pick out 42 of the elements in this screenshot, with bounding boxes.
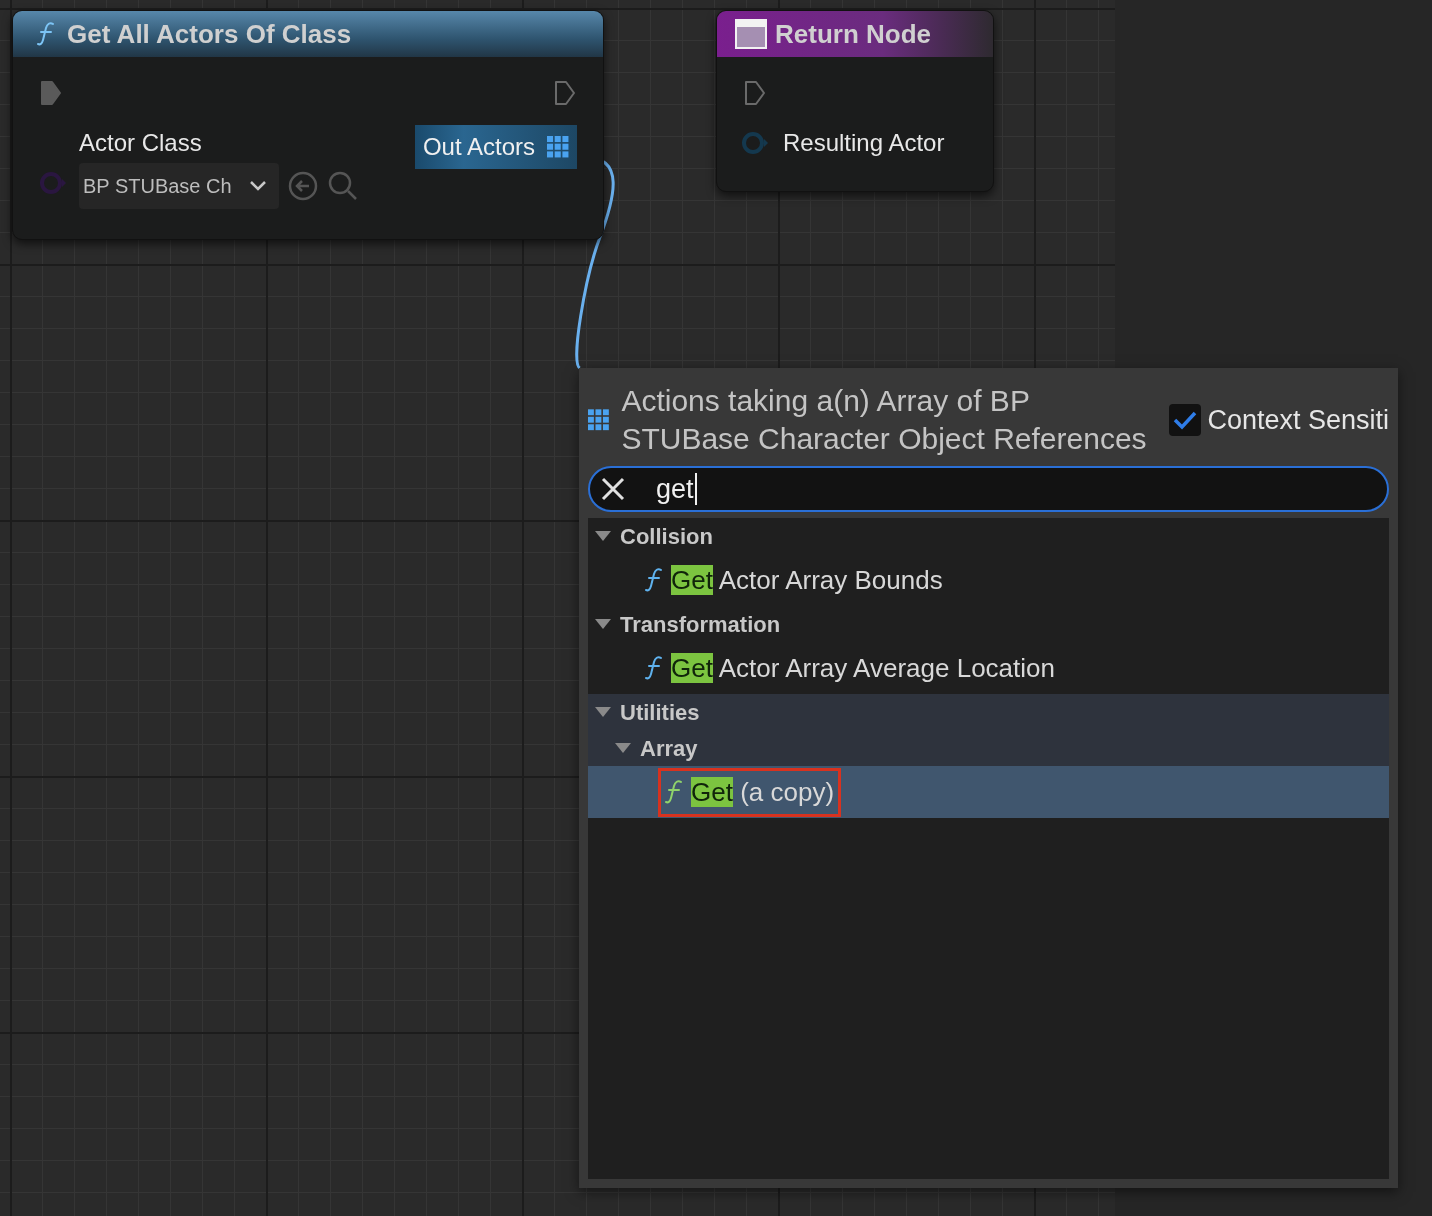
expand-arrow-icon[interactable] (614, 742, 632, 754)
checkmark-icon (1173, 410, 1198, 430)
context-sensitive-checkbox[interactable]: Context Sensiti (1169, 399, 1389, 441)
action-row[interactable]: Get Actor Array Bounds (588, 554, 1389, 606)
action-label: Get Actor Array Bounds (671, 563, 943, 597)
search-field[interactable]: get (588, 466, 1389, 512)
class-dropdown[interactable]: BP STUBase Ch (79, 163, 279, 209)
expand-arrow-icon[interactable] (594, 706, 612, 718)
arrow-left-circle-icon[interactable] (287, 170, 319, 202)
action-row[interactable]: Get (a copy) (588, 766, 1389, 818)
pin-label: Actor Class (79, 128, 203, 158)
search-icon[interactable] (327, 170, 359, 202)
function-node[interactable]: Get All Actors Of Class Actor Class BP STUBase Ch Out Actors (12, 10, 604, 240)
action-row[interactable]: Get Actor Array Average Location (588, 642, 1389, 694)
chevron-down-icon (249, 180, 267, 192)
expand-arrow-icon[interactable] (594, 618, 612, 630)
category-row[interactable]: Transformation (588, 606, 1389, 642)
menu-title: Actions taking a(n) Array of BP STUBase Character Object References (621, 383, 1148, 457)
expand-arrow-icon[interactable] (594, 530, 612, 542)
exec-input-pin[interactable] (39, 79, 63, 107)
node-title: Return Node (775, 17, 931, 51)
exec-input-pin[interactable] (743, 79, 767, 107)
function-icon (37, 21, 55, 47)
array-icon (588, 409, 610, 431)
function-icon (645, 655, 663, 681)
class-input-pin[interactable] (39, 171, 69, 195)
category-row[interactable]: Array (588, 730, 1389, 766)
function-icon (665, 779, 683, 805)
pin-label: Resulting Actor (783, 128, 945, 158)
return-node[interactable]: Return Node Resulting Actor (716, 10, 994, 192)
category-row[interactable]: Utilities (588, 694, 1389, 730)
category-row[interactable]: Collision (588, 518, 1389, 554)
action-label: Get Actor Array Average Location (671, 651, 1055, 685)
exec-output-pin[interactable] (553, 79, 577, 107)
window-icon (735, 19, 767, 49)
action-label: Get (a copy) (691, 775, 835, 809)
array-pin-icon (547, 136, 569, 158)
object-input-pin[interactable] (741, 131, 771, 155)
function-icon (645, 567, 663, 593)
node-title: Get All Actors Of Class (67, 17, 352, 51)
close-icon[interactable] (600, 476, 626, 502)
output-pin[interactable]: Out Actors (414, 125, 577, 169)
